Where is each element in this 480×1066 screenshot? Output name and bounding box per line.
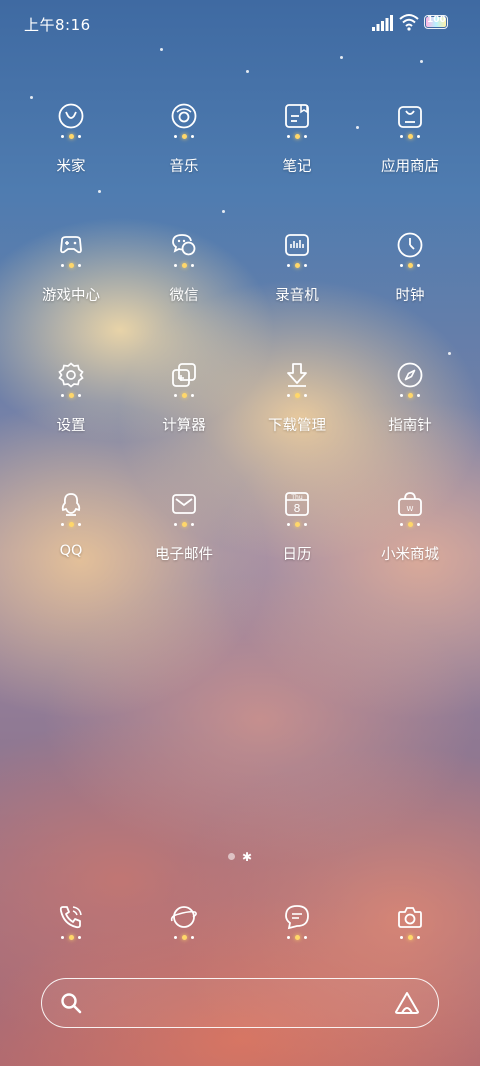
icon-dots <box>61 262 81 268</box>
star-decoration <box>420 60 423 63</box>
icon-dots <box>174 934 194 940</box>
app-compass[interactable]: 指南针 <box>350 362 470 472</box>
phone-icon <box>58 904 84 930</box>
mi-store-letter: W <box>407 505 414 513</box>
icon-dots <box>61 392 81 398</box>
battery-icon: 100 <box>424 14 452 30</box>
icon-dots <box>174 521 194 527</box>
status-time: 上午8:16 <box>24 16 91 34</box>
compass-icon <box>397 362 423 388</box>
app-store-icon <box>397 103 423 129</box>
app-label: 微信 <box>169 288 199 304</box>
icon-dots <box>61 934 81 940</box>
search-bar[interactable] <box>41 978 439 1028</box>
camera-icon <box>397 904 423 930</box>
app-calendar[interactable]: Thu 8 日历 <box>237 491 357 601</box>
page-dot-1[interactable] <box>228 853 235 860</box>
dock-messages[interactable] <box>237 904 357 950</box>
app-calculator[interactable]: 计算器 <box>124 362 244 472</box>
calendar-weekday: Thu <box>290 494 302 501</box>
app-label: QQ <box>59 543 83 559</box>
app-label: 电子邮件 <box>155 547 213 563</box>
icon-dots <box>400 521 420 527</box>
mail-icon <box>171 491 197 517</box>
signal-bars-icon <box>372 15 394 31</box>
icon-dots <box>287 133 307 139</box>
icon-dots <box>61 133 81 139</box>
notes-icon <box>284 103 310 129</box>
app-music[interactable]: 音乐 <box>124 103 244 213</box>
icon-dots <box>400 934 420 940</box>
app-label: 计算器 <box>162 418 206 434</box>
icon-dots <box>61 521 81 527</box>
app-app-store[interactable]: 应用商店 <box>350 103 470 213</box>
calendar-day: 8 <box>294 502 301 515</box>
star-decoration <box>160 48 163 51</box>
app-label: 时钟 <box>395 288 425 304</box>
gear-icon <box>58 362 84 388</box>
star-decoration <box>30 96 33 99</box>
wifi-icon <box>399 13 419 31</box>
app-settings[interactable]: 设置 <box>11 362 131 472</box>
app-label: 游戏中心 <box>42 288 100 304</box>
app-recorder[interactable]: 录音机 <box>237 232 357 342</box>
star-decoration <box>246 70 249 73</box>
dock-phone[interactable] <box>11 904 131 950</box>
icon-dots <box>287 392 307 398</box>
music-icon <box>171 103 197 129</box>
icon-dots <box>400 392 420 398</box>
app-qq[interactable]: QQ <box>11 491 131 601</box>
icon-dots <box>400 133 420 139</box>
calendar-icon: Thu 8 <box>284 491 310 517</box>
app-mijia[interactable]: 米家 <box>11 103 131 213</box>
icon-dots <box>287 262 307 268</box>
app-downloads[interactable]: 下载管理 <box>237 362 357 472</box>
home-screen: { "status_bar": { "time": "上午8:16", "sig… <box>0 0 480 1066</box>
app-label: 下载管理 <box>268 418 326 434</box>
star-decoration <box>340 56 343 59</box>
app-label: 设置 <box>56 418 86 434</box>
app-notes[interactable]: 笔记 <box>237 103 357 213</box>
dock-camera[interactable] <box>350 904 470 950</box>
calculator-icon <box>171 362 197 388</box>
search-icon[interactable] <box>60 992 82 1014</box>
mi-store-icon: W <box>397 491 423 517</box>
app-wechat[interactable]: 微信 <box>124 232 244 342</box>
app-email[interactable]: 电子邮件 <box>124 491 244 601</box>
app-label: 小米商城 <box>381 547 439 563</box>
app-label: 录音机 <box>275 288 319 304</box>
clock-icon <box>397 232 423 258</box>
app-label: 应用商店 <box>381 159 439 175</box>
app-label: 米家 <box>56 159 86 175</box>
browser-planet-icon <box>170 904 197 930</box>
battery-text: 100 <box>427 15 446 25</box>
icon-dots <box>400 262 420 268</box>
download-icon <box>284 362 310 388</box>
page-dot-current-star-icon[interactable]: ✱ <box>242 850 252 864</box>
wechat-icon <box>171 232 197 258</box>
recorder-icon <box>284 232 310 258</box>
icon-dots <box>287 521 307 527</box>
app-label: 指南针 <box>388 418 432 434</box>
mijia-icon <box>58 103 84 129</box>
icon-dots <box>174 133 194 139</box>
search-input[interactable] <box>94 989 388 1019</box>
app-game-center[interactable]: 游戏中心 <box>11 232 131 342</box>
app-mi-store[interactable]: W 小米商城 <box>350 491 470 601</box>
dock-browser[interactable] <box>124 904 244 950</box>
status-bar: 上午8:16 100 <box>0 0 480 46</box>
messages-icon <box>284 904 310 930</box>
star-decoration <box>448 352 451 355</box>
icon-dots <box>174 392 194 398</box>
app-label: 笔记 <box>282 159 312 175</box>
assistant-icon[interactable] <box>394 991 420 1015</box>
app-label: 日历 <box>282 547 312 563</box>
page-indicator[interactable]: ✱ <box>226 850 256 864</box>
icon-dots <box>287 934 307 940</box>
gamepad-icon <box>58 232 84 258</box>
app-label: 音乐 <box>169 159 199 175</box>
app-clock[interactable]: 时钟 <box>350 232 470 342</box>
icon-dots <box>174 262 194 268</box>
qq-icon <box>58 491 84 517</box>
